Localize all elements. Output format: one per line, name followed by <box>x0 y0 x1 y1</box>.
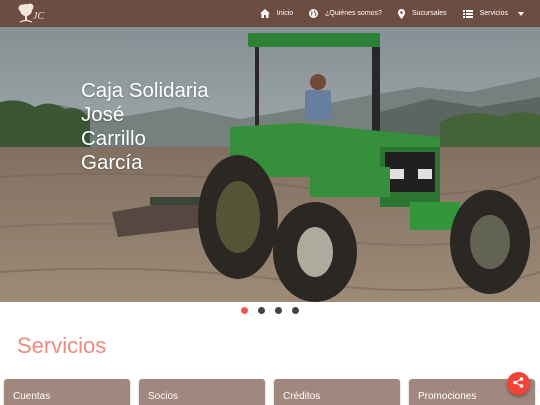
nav-servicios-dropdown[interactable]: Servicios <box>455 0 532 27</box>
nav-inicio-label: Inicio <box>276 10 294 17</box>
services-cards: Cuentas Socios Créditos Promociones <box>4 379 536 405</box>
svg-text:JC: JC <box>33 11 44 22</box>
share-icon <box>513 375 524 393</box>
carousel-dot-2[interactable] <box>258 307 265 314</box>
card-promociones-label: Promociones <box>418 391 477 402</box>
carousel-dot-3[interactable] <box>275 307 282 314</box>
card-creditos[interactable]: Créditos <box>274 379 400 405</box>
nav-sucursales[interactable]: Sucursales <box>390 0 455 27</box>
list-icon <box>462 9 473 18</box>
card-cuentas-label: Cuentas <box>13 391 51 402</box>
home-icon <box>259 9 270 18</box>
location-pin-icon <box>397 8 405 19</box>
card-creditos-label: Créditos <box>283 391 321 402</box>
nav-quienes-somos[interactable]: ¿Quiénes somos? <box>301 0 390 27</box>
hero-title: Caja Solidaria José Carrillo García <box>81 79 241 175</box>
carousel-dot-1[interactable] <box>241 307 248 314</box>
hero-title-line-1: Caja Solidaria <box>81 79 209 102</box>
chevron-down-icon <box>518 11 524 16</box>
nav-sucursales-label: Sucursales <box>411 10 447 17</box>
share-button[interactable] <box>507 372 530 395</box>
card-cuentas[interactable]: Cuentas <box>4 379 130 405</box>
hero-title-line-4: García <box>81 151 143 174</box>
carousel-dot-4[interactable] <box>292 307 299 314</box>
hero-carousel[interactable]: Caja Solidaria José Carrillo García <box>0 27 540 302</box>
globe-icon <box>309 9 319 18</box>
brand-logo[interactable]: JC <box>16 2 46 25</box>
tree-logo-icon: JC <box>18 3 44 23</box>
card-socios[interactable]: Socios <box>139 379 265 405</box>
nav-inicio[interactable]: Inicio <box>252 0 301 27</box>
hero-title-line-3: Carrillo <box>81 127 146 150</box>
card-socios-label: Socios <box>148 391 179 402</box>
carousel-indicators <box>0 307 540 317</box>
top-navbar: JC Inicio ¿Quiénes somos? Sucursales Ser… <box>0 0 540 27</box>
nav-servicios-label: Servicios <box>479 10 508 17</box>
section-title: Servicios <box>17 333 107 358</box>
nav-quienes-somos-label: ¿Quiénes somos? <box>325 10 382 17</box>
hero-title-line-2: José <box>81 103 125 126</box>
